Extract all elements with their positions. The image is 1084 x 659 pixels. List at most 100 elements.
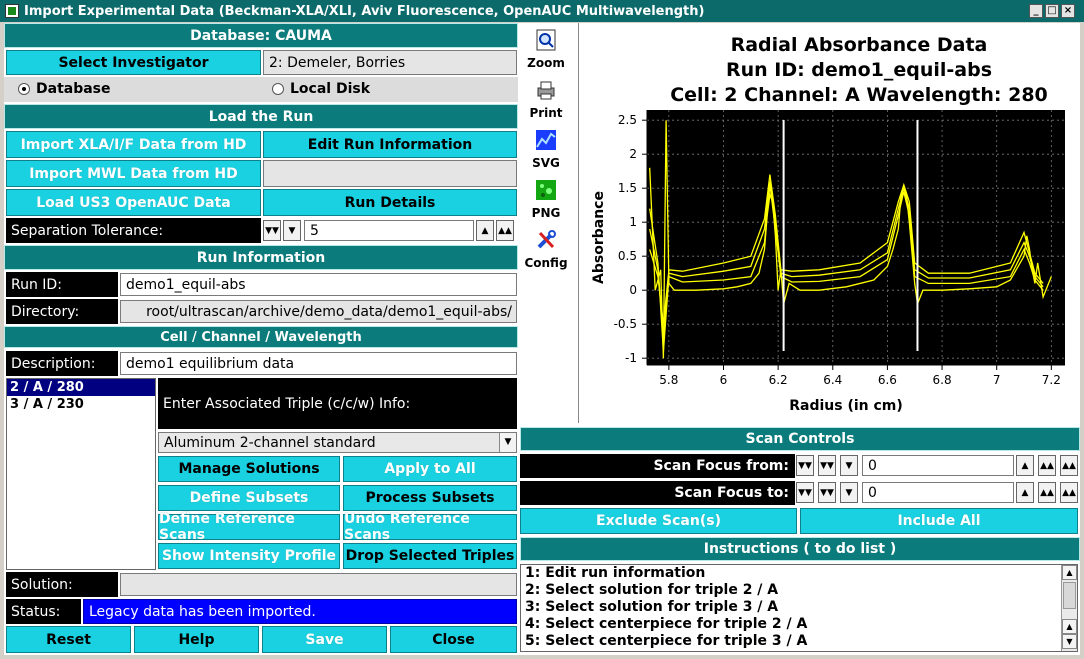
radio-local-disk[interactable]: Local Disk	[272, 81, 370, 97]
directory-label: Directory:	[6, 299, 118, 324]
process-subsets-button[interactable]: Process Subsets	[343, 485, 517, 511]
scan-from-input[interactable]: 0	[862, 455, 1014, 476]
scan-to-input[interactable]: 0	[862, 482, 1014, 503]
print-tool[interactable]: Print	[521, 79, 571, 120]
maximize-icon[interactable]: □	[1045, 4, 1059, 18]
scan-to-down-icon[interactable]: ▼	[840, 482, 858, 503]
close-window-icon[interactable]: ×	[1061, 4, 1075, 18]
config-label: Config	[524, 256, 568, 270]
radio-local-label: Local Disk	[290, 81, 371, 97]
exclude-scans-button[interactable]: Exclude Scan(s)	[520, 508, 797, 534]
radio-local-dot[interactable]	[272, 83, 284, 95]
scan-from-up-fast-icon[interactable]: ▲▲	[1038, 455, 1056, 476]
zoom-tool[interactable]: Zoom	[521, 29, 571, 70]
scan-from-up-fast2-icon[interactable]: ▲▲	[1060, 455, 1078, 476]
description-label: Description:	[6, 351, 118, 376]
manage-solutions-button[interactable]: Manage Solutions	[158, 456, 340, 482]
solution-label: Solution:	[6, 572, 118, 597]
zoom-label: Zoom	[527, 56, 565, 70]
png-tool[interactable]: PNG	[521, 179, 571, 220]
y-tick-label: -1	[625, 351, 637, 365]
help-button[interactable]: Help	[134, 626, 259, 653]
radio-database-dot[interactable]	[18, 83, 30, 95]
separation-input[interactable]: 5	[304, 220, 474, 241]
scan-controls-header: Scan Controls	[520, 427, 1080, 451]
png-icon	[536, 180, 556, 200]
png-label: PNG	[531, 206, 561, 220]
scan-to-down-fast2-icon[interactable]: ▼▼	[818, 482, 836, 503]
svg-tool[interactable]: SVG	[521, 129, 571, 170]
radial-absorbance-chart[interactable]: Radial Absorbance Data Run ID: demo1_equi…	[579, 23, 1080, 423]
edit-run-info-button[interactable]: Edit Run Information	[263, 131, 517, 158]
scan-to-up-fast-icon[interactable]: ▲▲	[1038, 482, 1056, 503]
scroll-down-icon[interactable]: ▼	[1062, 634, 1077, 649]
scan-to-label: Scan Focus to:	[520, 481, 795, 505]
run-details-button[interactable]: Run Details	[263, 189, 517, 216]
save-button[interactable]: Save	[262, 626, 387, 653]
include-all-button[interactable]: Include All	[800, 508, 1078, 534]
import-mwl-button[interactable]: Import MWL Data from HD	[6, 160, 261, 187]
chart-title-line: Cell: 2 Channel: A Wavelength: 280	[670, 84, 1048, 106]
triple-item-2[interactable]: 3 / A / 230	[7, 396, 155, 413]
y-tick-label: -0.5	[614, 317, 637, 331]
scan-to-up-fast2-icon[interactable]: ▲▲	[1060, 482, 1078, 503]
config-tool[interactable]: Config	[521, 229, 571, 270]
y-tick-label: 0	[629, 283, 637, 297]
triple-info-text: Enter Associated Triple (c/c/w) Info:	[163, 395, 411, 412]
separation-up-fast-icon[interactable]: ▲▲	[496, 220, 514, 241]
chart-title-line: Run ID: demo1_equil-abs	[726, 59, 992, 81]
svg-label: SVG	[532, 156, 560, 170]
description-field[interactable]: demo1 equilibrium data	[120, 352, 517, 375]
scan-from-up-icon[interactable]: ▲	[1016, 455, 1034, 476]
instruction-line: 4: Select centerpiece for triple 2 / A	[525, 616, 808, 632]
run-id-label: Run ID:	[6, 272, 118, 297]
import-xla-button[interactable]: Import XLA/I/F Data from HD	[6, 131, 261, 158]
define-reference-scans-button[interactable]: Define Reference Scans	[158, 511, 340, 543]
instructions-header: Instructions ( to do list )	[520, 537, 1080, 561]
scroll-up-icon[interactable]: ▲	[1062, 565, 1077, 580]
x-tick-label: 6.2	[769, 373, 788, 387]
instructions-list[interactable]: 1: Edit run information 2: Select soluti…	[520, 564, 1078, 652]
database-header: Database: CAUMA	[4, 23, 518, 48]
directory-field: root/ultrascan/archive/demo_data/demo1_e…	[120, 300, 517, 323]
centerpiece-select[interactable]: Aluminum 2-channel standard ▼	[158, 432, 517, 453]
scan-from-down-icon[interactable]: ▼	[840, 455, 858, 476]
reset-button[interactable]: Reset	[6, 626, 131, 653]
print-label: Print	[529, 106, 563, 120]
x-tick-label: 6.4	[823, 373, 842, 387]
run-id-field[interactable]: demo1_equil-abs	[120, 273, 517, 296]
svg-icon	[536, 130, 556, 150]
separation-down-fast-icon[interactable]: ▼▼	[263, 220, 281, 241]
triple-list[interactable]: 2 / A / 280 3 / A / 230	[6, 378, 156, 570]
chevron-down-icon[interactable]: ▼	[499, 433, 516, 452]
show-intensity-profile-button[interactable]: Show Intensity Profile	[158, 543, 340, 569]
define-subsets-button[interactable]: Define Subsets	[158, 485, 340, 511]
window-title: Import Experimental Data (Beckman-XLA/XL…	[24, 3, 705, 19]
drop-selected-triples-button[interactable]: Drop Selected Triples	[343, 543, 517, 569]
radio-database[interactable]: Database	[18, 81, 111, 97]
run-info-header: Run Information	[4, 245, 518, 270]
load-us3-button[interactable]: Load US3 OpenAUC Data	[6, 189, 261, 216]
plot-panel: Radial Absorbance Data Run ID: demo1_equi…	[578, 23, 1080, 423]
scan-from-down-fast2-icon[interactable]: ▼▼	[818, 455, 836, 476]
y-tick-label: 2.5	[618, 113, 637, 127]
undo-reference-scans-button[interactable]: Undo Reference Scans	[343, 511, 517, 543]
triple-item-1[interactable]: 2 / A / 280	[7, 379, 155, 396]
apply-to-all-button[interactable]: Apply to All	[343, 456, 517, 482]
x-tick-label: 6.8	[933, 373, 952, 387]
scan-to-up-icon[interactable]: ▲	[1016, 482, 1034, 503]
scan-from-down-fast-icon[interactable]: ▼▼	[796, 455, 814, 476]
separation-down-icon[interactable]: ▼	[283, 220, 301, 241]
zoom-icon	[536, 29, 556, 51]
y-tick-label: 0.5	[618, 249, 637, 263]
close-button[interactable]: Close	[390, 626, 517, 653]
scan-to-down-fast-icon[interactable]: ▼▼	[796, 482, 814, 503]
instructions-scrollbar[interactable]: ▲ ▲ ▼	[1061, 565, 1077, 651]
app-icon	[5, 4, 19, 18]
minimize-icon[interactable]: _	[1029, 4, 1043, 18]
separation-up-icon[interactable]: ▲	[476, 220, 494, 241]
scroll-up-bottom-icon[interactable]: ▲	[1062, 619, 1077, 634]
select-investigator-button[interactable]: Select Investigator	[6, 50, 261, 75]
scroll-thumb[interactable]	[1063, 582, 1076, 609]
mwl-field	[263, 160, 517, 187]
